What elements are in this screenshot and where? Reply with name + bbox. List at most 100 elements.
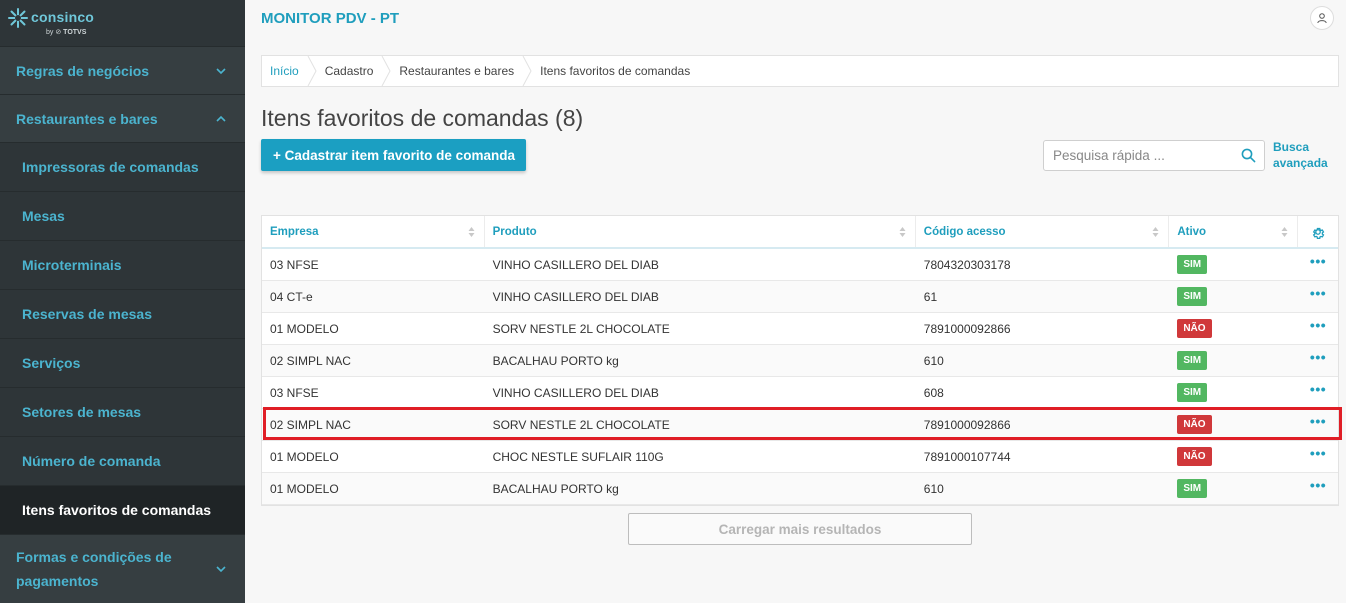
sidebar-group-label-line2: pagamentos bbox=[16, 573, 99, 589]
sidebar-item-itens-favoritos[interactable]: Itens favoritos de comandas bbox=[0, 485, 245, 534]
cell-empresa: 03 NFSE bbox=[270, 257, 319, 272]
cell-ativo: NÃO bbox=[1169, 441, 1298, 472]
sidebar: consinco by ⊘ TOTVS Regras de negócios R… bbox=[0, 0, 245, 603]
table-row[interactable]: 03 NFSE VINHO CASILLERO DEL DIAB 780432030… bbox=[262, 249, 1338, 281]
column-header-ativo[interactable]: Ativo bbox=[1169, 216, 1299, 247]
table-row[interactable]: 02 SIMPL NAC SORV NESTLE 2L CHOCOLATE 7891… bbox=[262, 409, 1338, 441]
sort-icon bbox=[1281, 227, 1288, 237]
column-header-empresa[interactable]: Empresa bbox=[262, 216, 485, 247]
sidebar-group-formas-pagamento[interactable]: Formas e condições de pagamentos bbox=[0, 534, 245, 603]
column-header-produto[interactable]: Produto bbox=[485, 216, 916, 247]
sidebar-item-impressoras[interactable]: Impressoras de comandas bbox=[0, 142, 245, 191]
cell-codigo: 61 bbox=[923, 289, 938, 304]
cell-codigo: 7891000107744 bbox=[923, 449, 1011, 464]
sidebar-item-mesas[interactable]: Mesas bbox=[0, 191, 245, 240]
app-title: MONITOR PDV - PT bbox=[261, 10, 400, 27]
sidebar-item-numero-comanda[interactable]: Número de comanda bbox=[0, 436, 245, 485]
cell-empresa: 02 SIMPL NAC bbox=[270, 353, 351, 368]
sidebar-group-restaurantes[interactable]: Restaurantes e bares bbox=[0, 94, 245, 142]
cell-codigo: 610 bbox=[923, 481, 944, 496]
search-icon[interactable] bbox=[1241, 148, 1256, 163]
advanced-search-link[interactable]: Busca avançada bbox=[1273, 139, 1343, 171]
chevron-down-icon bbox=[216, 566, 226, 573]
cell-produto: SORV NESTLE 2L CHOCOLATE bbox=[492, 321, 670, 336]
cell-codigo: 7804320303178 bbox=[923, 257, 1011, 272]
advanced-search-line2: avançada bbox=[1273, 156, 1328, 170]
cell-empresa: 03 NFSE bbox=[270, 385, 319, 400]
chevron-down-icon bbox=[216, 67, 226, 74]
breadcrumb-separator-icon bbox=[381, 56, 391, 86]
breadcrumb-cadastro[interactable]: Cadastro bbox=[317, 56, 382, 86]
cell-ativo: SIM bbox=[1169, 473, 1298, 504]
quick-search bbox=[1043, 140, 1265, 171]
cell-codigo: 7891000092866 bbox=[923, 321, 1011, 336]
column-settings[interactable] bbox=[1298, 216, 1338, 247]
cell-ativo: SIM bbox=[1169, 249, 1298, 280]
status-badge: SIM bbox=[1177, 287, 1208, 306]
user-icon bbox=[1317, 13, 1327, 24]
status-badge: NÃO bbox=[1177, 319, 1212, 338]
table-row[interactable]: 01 MODELO CHOC NESTLE SUFLAIR 110G 7891000… bbox=[262, 441, 1338, 473]
breadcrumb-inicio[interactable]: Início bbox=[262, 56, 307, 86]
sidebar-group-regras[interactable]: Regras de negócios bbox=[0, 46, 245, 94]
sidebar-item-servicos[interactable]: Serviços bbox=[0, 338, 245, 387]
sort-icon bbox=[468, 227, 475, 237]
sidebar-item-setores[interactable]: Setores de mesas bbox=[0, 387, 245, 436]
table-row[interactable]: 01 MODELO BACALHAU PORTO kg 610 SIM ••• bbox=[262, 473, 1338, 505]
cell-produto: VINHO CASILLERO DEL DIAB bbox=[492, 385, 659, 400]
cell-produto: SORV NESTLE 2L CHOCOLATE bbox=[492, 417, 670, 432]
cell-empresa: 04 CT-e bbox=[270, 289, 313, 304]
table-row[interactable]: 02 SIMPL NAC BACALHAU PORTO kg 610 SIM ••• bbox=[262, 345, 1338, 377]
status-badge: SIM bbox=[1177, 383, 1208, 402]
cell-empresa: 02 SIMPL NAC bbox=[270, 417, 351, 432]
sidebar-item-reservas[interactable]: Reservas de mesas bbox=[0, 289, 245, 338]
search-input[interactable] bbox=[1044, 141, 1229, 170]
add-favorite-item-button[interactable]: + Cadastrar item favorito de comanda bbox=[261, 139, 526, 171]
cell-produto: BACALHAU PORTO kg bbox=[492, 481, 619, 496]
column-label: Empresa bbox=[270, 225, 319, 238]
sidebar-group-label-line1: Formas e condições de bbox=[16, 549, 172, 565]
status-badge: NÃO bbox=[1177, 415, 1212, 434]
column-label: Produto bbox=[492, 225, 537, 238]
brand-by: by bbox=[46, 29, 54, 36]
table-row[interactable]: 01 MODELO SORV NESTLE 2L CHOCOLATE 7891000… bbox=[262, 313, 1338, 345]
gear-icon bbox=[1312, 227, 1325, 239]
brand-sub: by ⊘ TOTVS bbox=[46, 29, 87, 36]
favorites-table: Empresa Produto Código acesso Ativo 03 N… bbox=[261, 215, 1339, 506]
cell-produto: VINHO CASILLERO DEL DIAB bbox=[492, 289, 659, 304]
cell-codigo: 610 bbox=[923, 353, 944, 368]
cell-ativo: NÃO bbox=[1169, 313, 1298, 344]
sort-icon bbox=[899, 227, 906, 237]
table-header: Empresa Produto Código acesso Ativo bbox=[262, 216, 1338, 249]
table-body: 03 NFSE VINHO CASILLERO DEL DIAB 780432030… bbox=[262, 249, 1338, 505]
cell-empresa: 01 MODELO bbox=[270, 481, 339, 496]
brand-name: consinco bbox=[31, 9, 95, 25]
cell-ativo: SIM bbox=[1169, 281, 1298, 312]
breadcrumb-restaurantes[interactable]: Restaurantes e bares bbox=[391, 56, 522, 86]
cell-produto: CHOC NESTLE SUFLAIR 110G bbox=[492, 449, 664, 464]
column-header-codigo[interactable]: Código acesso bbox=[916, 216, 1170, 247]
cell-ativo: SIM bbox=[1169, 377, 1298, 408]
cell-produto: VINHO CASILLERO DEL DIAB bbox=[492, 257, 659, 272]
chevron-up-icon bbox=[216, 115, 226, 122]
cell-codigo: 7891000092866 bbox=[923, 417, 1011, 432]
table-row[interactable]: 04 CT-e VINHO CASILLERO DEL DIAB 61 SIM ••• bbox=[262, 281, 1338, 313]
table-row[interactable]: 03 NFSE VINHO CASILLERO DEL DIAB 608 SIM ••• bbox=[262, 377, 1338, 409]
sidebar-item-microterminais[interactable]: Microterminais bbox=[0, 240, 245, 289]
status-badge: SIM bbox=[1177, 351, 1208, 370]
load-more-button[interactable]: Carregar mais resultados bbox=[628, 513, 972, 545]
cell-produto: BACALHAU PORTO kg bbox=[492, 353, 619, 368]
sidebar-group-label: Restaurantes e bares bbox=[16, 110, 158, 127]
column-label: Ativo bbox=[1177, 225, 1207, 238]
user-button[interactable] bbox=[1310, 6, 1334, 30]
status-badge: SIM bbox=[1177, 479, 1208, 498]
row-actions-icon[interactable]: ••• bbox=[1298, 465, 1338, 504]
breadcrumb-separator-icon bbox=[522, 56, 532, 86]
breadcrumb-current: Itens favoritos de comandas bbox=[540, 64, 691, 78]
page-title: Itens favoritos de comandas (8) bbox=[261, 105, 584, 131]
brand-logo[interactable]: consinco by ⊘ TOTVS bbox=[0, 0, 245, 46]
sidebar-group-label: Regras de negócios bbox=[16, 62, 150, 79]
brand-totvs: TOTVS bbox=[63, 29, 87, 36]
sort-icon bbox=[1152, 227, 1159, 237]
cell-empresa: 01 MODELO bbox=[270, 321, 339, 336]
